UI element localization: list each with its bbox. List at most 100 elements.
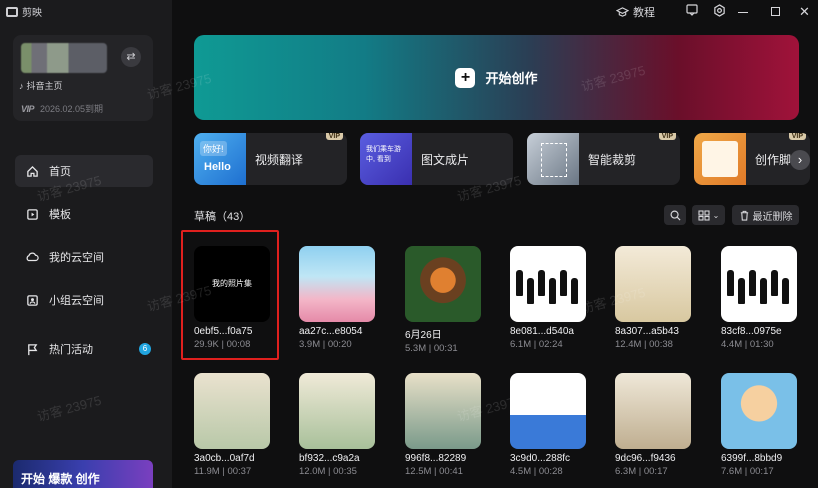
stick-figure [738,278,745,304]
draft-card[interactable]: aa27c...e8054 3.9M | 00:20 [299,246,379,350]
plus-icon: + [455,67,476,88]
thumb-subtext: Hello [204,161,231,173]
draft-name: 83cf8...0975e [721,326,782,337]
tool-smart-crop[interactable]: 智能裁剪 VIP [527,133,680,185]
draft-cover[interactable] [615,246,691,322]
chevron-right-icon[interactable]: › [790,150,810,170]
draft-cover[interactable] [405,373,481,449]
draft-name: 6月26日 [405,330,442,341]
settings-button[interactable] [713,4,726,17]
thumb-text: 你好! [200,141,227,156]
nav-item-team-cloud[interactable]: 小组云空间 [15,284,153,316]
draft-cover[interactable] [721,246,797,322]
nav-label: 模板 [49,209,71,221]
template-icon [25,207,39,221]
close-button[interactable]: ✕ [799,4,810,20]
view-mode-button[interactable]: ⌄ [692,205,725,225]
vip-tag: VIP [658,133,676,140]
nav-item-my-cloud[interactable]: 我的云空间 [15,241,153,273]
switch-account-icon[interactable]: ⇄ [121,47,141,67]
draft-meta: 7.6M | 00:17 [721,466,774,477]
tool-thumbnail: 你好! Hello [194,133,246,185]
chevron-down-icon: ⌄ [712,210,720,220]
draft-cover[interactable] [510,373,586,449]
draft-cover[interactable] [615,373,691,449]
draft-card[interactable]: 3c9d0...288fc 4.5M | 00:28 [510,373,590,477]
draft-card[interactable]: bf932...c9a2a 12.0M | 00:35 [299,373,379,477]
draft-card[interactable]: 3a0cb...0af7d 11.9M | 00:37 [194,373,274,477]
draft-meta: 12.5M | 00:41 [405,466,463,477]
draft-cover[interactable]: 我的照片集 [194,246,270,322]
draft-card[interactable]: 8a307...a5b43 12.4M | 00:38 [615,246,695,350]
tool-video-translate[interactable]: 你好! Hello 视频翻译 VIP [194,133,347,185]
title-bar: 教程 ✕ [172,0,818,24]
graduation-cap-icon [616,6,629,17]
draft-name: 3c9d0...288fc [510,453,571,464]
draft-meta: 5.3M | 00:31 [405,343,458,354]
draft-meta: 4.5M | 00:28 [510,466,563,477]
tool-label: 创作脚 [755,152,792,167]
events-count-badge: 6 [139,343,151,355]
team-cloud-icon [25,293,39,307]
vip-status: VIP 2026.02.05到期 [21,102,103,115]
feedback-button[interactable] [686,4,698,16]
stick-figure [782,278,789,304]
vip-badge: VIP [21,103,35,114]
draft-name: 8a307...a5b43 [615,326,679,337]
draft-card[interactable]: 6月26日 5.3M | 00:31 [405,246,485,354]
stick-figure [549,278,556,304]
tool-thumbnail [694,133,746,185]
start-creation-button[interactable]: + 开始创作 [194,35,799,120]
nav-item-template[interactable]: 模板 [15,198,153,230]
draft-card[interactable]: 6399f...8bbd9 7.6M | 00:17 [721,373,801,477]
draft-cover[interactable] [299,373,375,449]
vip-tag: VIP [325,133,343,140]
draft-name: 8e081...d540a [510,326,574,337]
douyin-label: 抖音主页 [26,81,63,91]
draft-name: aa27c...e8054 [299,326,363,337]
maximize-icon [771,7,780,16]
douyin-homepage-link[interactable]: ♪ 抖音主页 [19,79,63,92]
tool-thumbnail: 我们乘车游中, 看到 [360,133,412,185]
draft-name: 996f8...82289 [405,453,467,464]
draft-cover-text: 我的照片集 [212,279,252,288]
promo-banner[interactable]: 开始 爆款 创作 [13,460,153,488]
draft-cover[interactable] [721,373,797,449]
maximize-button[interactable] [771,4,780,16]
draft-card[interactable]: 8e081...d540a 6.1M | 02:24 [510,246,590,350]
nav-item-hot-events[interactable]: 热门活动 6 [15,333,153,365]
draft-card[interactable]: 9dc96...f9436 6.3M | 00:17 [615,373,695,477]
cloud-icon [25,250,39,264]
search-button[interactable] [664,205,686,225]
recently-deleted-button[interactable]: 最近删除 [732,205,799,225]
tool-label: 视频翻译 [255,152,304,167]
draft-meta: 3.9M | 00:20 [299,339,352,350]
stick-figure [749,270,756,296]
draft-cover[interactable] [194,373,270,449]
tool-thumbnail [527,133,579,185]
draft-cover[interactable] [510,246,586,322]
draft-name: 9dc96...f9436 [615,453,676,464]
stick-figure [527,278,534,304]
nav-label: 小组云空间 [49,295,104,307]
tutorial-button[interactable]: 教程 [616,4,655,20]
douyin-icon: ♪ [19,80,24,91]
thumb-figure [541,143,567,177]
feedback-icon [686,4,698,16]
draft-card[interactable]: 83cf8...0975e 4.4M | 01:30 [721,246,801,350]
minimize-button[interactable] [738,4,748,13]
stick-figure [516,270,523,296]
stick-figure [571,278,578,304]
app-title: 剪映 [22,8,42,19]
avatar[interactable] [21,43,107,73]
trash-icon [740,210,748,221]
draft-card[interactable]: 我的照片集 0ebf5...f0a75 29.9K | 00:08 [194,246,274,350]
nav-item-home[interactable]: 首页 [15,155,153,187]
draft-card[interactable]: 996f8...82289 12.5M | 00:41 [405,373,485,477]
draft-meta: 6.1M | 02:24 [510,339,563,350]
tool-image-to-video[interactable]: 我们乘车游中, 看到 图文成片 [360,133,513,185]
draft-cover[interactable] [299,246,375,322]
draft-cover[interactable] [405,246,481,322]
flag-icon [25,342,39,356]
vip-tag: VIP [788,133,806,140]
